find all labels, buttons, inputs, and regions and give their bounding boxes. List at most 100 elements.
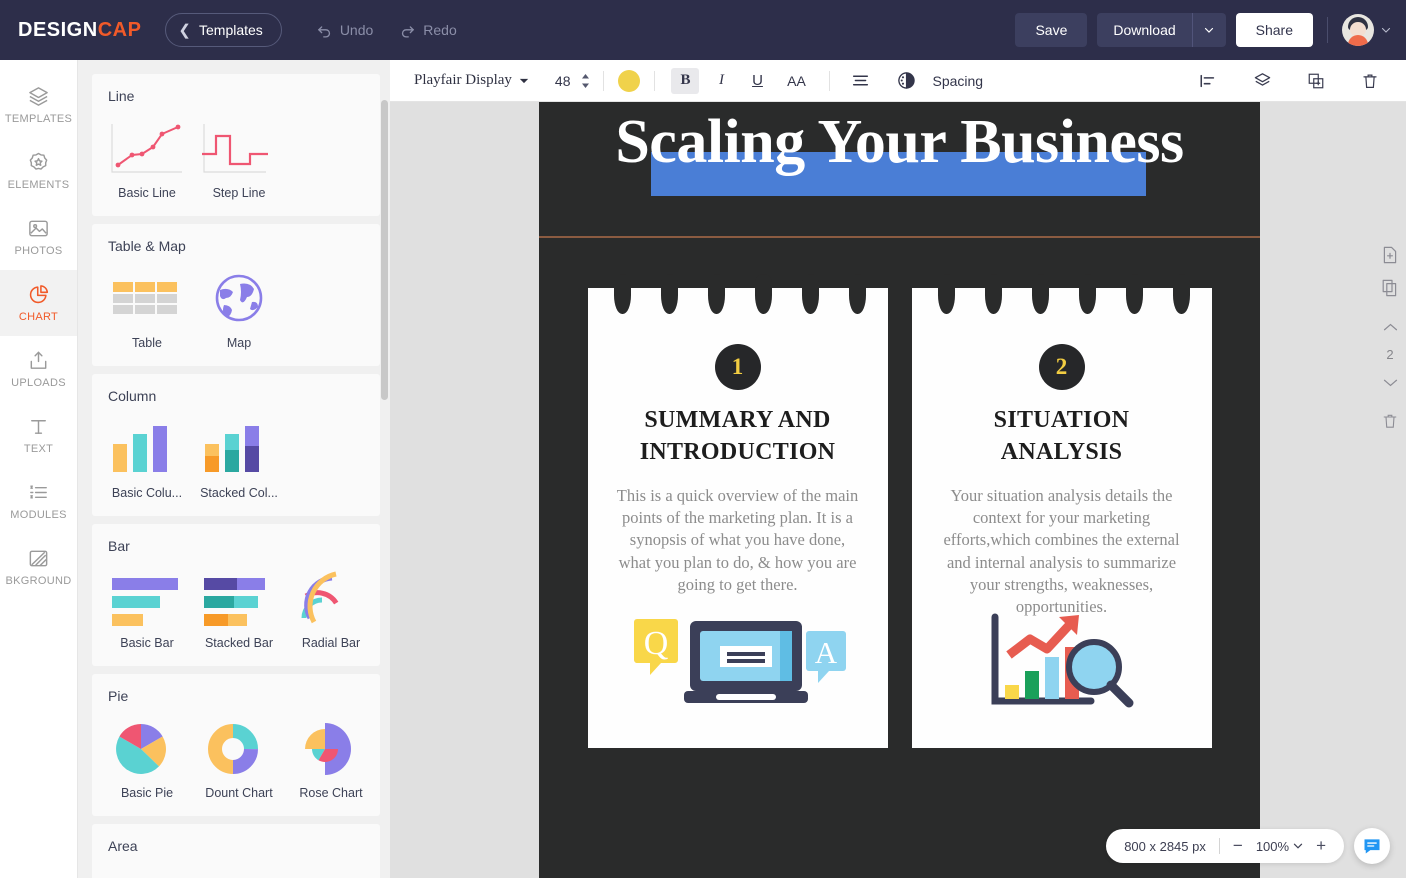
templates-button[interactable]: ❮ Templates bbox=[165, 13, 282, 47]
chart-group-line: Line Basic Line Step Line bbox=[92, 74, 380, 216]
font-family-value: Playfair Display bbox=[414, 72, 512, 88]
basic-pie-thumb bbox=[108, 716, 186, 778]
qa-laptop-illustration[interactable]: Q A bbox=[588, 608, 888, 718]
previous-page-button[interactable] bbox=[1376, 312, 1404, 342]
chart-thumb-label: Basic Bar bbox=[120, 636, 174, 650]
app-logo[interactable]: DESIGNCAP bbox=[18, 19, 141, 42]
design-page[interactable]: Scaling Your Business 1 SUMMARY AND INTR… bbox=[539, 102, 1260, 878]
image-icon bbox=[29, 220, 48, 237]
sidebar-item-templates[interactable]: TEMPLATES bbox=[0, 72, 77, 138]
card-number-badge: 1 bbox=[714, 344, 761, 390]
sidebar-item-text[interactable]: TEXT bbox=[0, 402, 77, 468]
add-page-button[interactable] bbox=[1376, 240, 1404, 270]
sidebar-item-label: BKGROUND bbox=[5, 575, 72, 587]
card-row-top: 1 SUMMARY AND INTRODUCTION This is a qui… bbox=[539, 274, 1260, 748]
chart-thumb-table[interactable]: Table bbox=[108, 266, 186, 350]
map-globe-thumb bbox=[200, 266, 278, 328]
canvas-workspace[interactable]: Scaling Your Business 1 SUMMARY AND INTR… bbox=[390, 102, 1406, 878]
content-card[interactable]: 2 SITUATION ANALYSIS Your situation anal… bbox=[911, 274, 1212, 748]
text-case-button[interactable]: AA bbox=[779, 68, 813, 94]
chart-thumb-donut[interactable]: Dount Chart bbox=[200, 716, 278, 800]
sidebar-item-elements[interactable]: ELEMENTS bbox=[0, 138, 77, 204]
redo-icon bbox=[402, 25, 415, 38]
chevron-up-icon bbox=[1383, 323, 1397, 330]
card-body-text[interactable]: Your situation analysis details the cont… bbox=[938, 485, 1186, 619]
sidebar-item-bkground[interactable]: BKGROUND bbox=[0, 534, 77, 600]
chart-thumb-basic-pie[interactable]: Basic Pie bbox=[108, 716, 186, 800]
basic-line-thumb bbox=[108, 116, 186, 178]
badge-star-icon bbox=[29, 152, 48, 170]
italic-button[interactable]: I bbox=[707, 68, 735, 94]
next-page-button[interactable] bbox=[1376, 367, 1404, 397]
sidebar-item-chart[interactable]: CHART bbox=[0, 270, 77, 336]
delete-page-button[interactable] bbox=[1376, 406, 1404, 436]
undo-button[interactable]: Undo bbox=[316, 22, 373, 39]
redo-button[interactable]: Redo bbox=[399, 22, 457, 39]
spacing-button[interactable]: Spacing bbox=[932, 73, 983, 89]
chart-thumb-label: Table bbox=[132, 336, 162, 350]
chart-thumb-basic-bar[interactable]: Basic Bar bbox=[108, 566, 186, 650]
duplicate-icon[interactable] bbox=[1302, 68, 1330, 94]
content-card[interactable]: 1 SUMMARY AND INTRODUCTION This is a qui… bbox=[587, 274, 888, 748]
chart-thumb-radial-bar[interactable]: Radial Bar bbox=[292, 566, 370, 650]
chat-bubble-icon bbox=[1364, 839, 1380, 854]
page-title[interactable]: Scaling Your Business bbox=[539, 108, 1260, 176]
left-tool-rail: TEMPLATES ELEMENTS PHOTOS CHART UPLOADS … bbox=[0, 60, 78, 878]
chart-thumb-label: Stacked Bar bbox=[204, 636, 274, 650]
trash-icon[interactable] bbox=[1356, 68, 1384, 94]
sidebar-item-uploads[interactable]: UPLOADS bbox=[0, 336, 77, 402]
stacked-bar-thumb bbox=[200, 566, 278, 628]
chart-thumb-rose[interactable]: Rose Chart bbox=[292, 716, 370, 800]
zoom-level-select[interactable]: 100% bbox=[1256, 839, 1303, 854]
opacity-icon[interactable] bbox=[892, 68, 920, 94]
chevron-left-icon: ❮ bbox=[178, 22, 191, 39]
logo-text-design: DESIGN bbox=[18, 18, 98, 41]
chart-thumb-stacked-bar[interactable]: Stacked Bar bbox=[200, 566, 278, 650]
sidebar-item-label: CHART bbox=[18, 311, 59, 323]
save-button[interactable]: Save bbox=[1015, 13, 1088, 47]
chevron-down-icon bbox=[519, 78, 529, 83]
duplicate-page-button[interactable] bbox=[1376, 273, 1404, 303]
feedback-button[interactable] bbox=[1354, 828, 1390, 864]
underline-button[interactable]: U bbox=[743, 68, 771, 94]
stacked-column-thumb bbox=[200, 416, 278, 478]
panel-scrollbar[interactable] bbox=[381, 60, 388, 878]
align-left-icon[interactable] bbox=[846, 68, 874, 94]
share-button[interactable]: Share bbox=[1235, 13, 1313, 47]
app-header: DESIGNCAP ❮ Templates Undo Redo Save Dow… bbox=[0, 0, 1406, 60]
text-color-swatch[interactable] bbox=[618, 69, 641, 92]
binder-rings bbox=[912, 274, 1212, 332]
chart-thumb-label: Rose Chart bbox=[299, 786, 363, 800]
layers-icon[interactable] bbox=[1248, 68, 1276, 94]
account-menu[interactable] bbox=[1342, 14, 1392, 46]
chart-thumb-map[interactable]: Map bbox=[200, 266, 278, 350]
chart-thumb-basic-line[interactable]: Basic Line bbox=[108, 116, 186, 200]
zoom-out-button[interactable]: − bbox=[1233, 836, 1243, 856]
chart-group-pie: Pie Basic Pie Dount Chart Rose Chart bbox=[92, 674, 380, 816]
download-button[interactable]: Download bbox=[1097, 13, 1192, 47]
card-heading[interactable]: SUMMARY AND INTRODUCTION bbox=[614, 404, 862, 469]
svg-text:A: A bbox=[814, 635, 837, 670]
font-size-stepper[interactable]: 48 bbox=[555, 72, 592, 90]
position-icon[interactable] bbox=[1194, 68, 1222, 94]
chart-thumb-step-line[interactable]: Step Line bbox=[200, 116, 278, 200]
card-body-text[interactable]: This is a quick overview of the main poi… bbox=[614, 485, 862, 596]
card-heading[interactable]: SITUATION ANALYSIS bbox=[938, 404, 1186, 469]
svg-text:Q: Q bbox=[643, 625, 668, 662]
chart-thumb-stacked-column[interactable]: Stacked Col... bbox=[200, 416, 278, 500]
chart-group-title: Column bbox=[108, 388, 157, 404]
chevron-down-icon bbox=[1381, 27, 1391, 33]
chart-panel: Line Basic Line Step Line Table & Map Ta… bbox=[78, 60, 390, 878]
download-options-button[interactable] bbox=[1191, 13, 1226, 47]
duplicate-page-icon bbox=[1382, 279, 1397, 297]
sidebar-item-photos[interactable]: PHOTOS bbox=[0, 204, 77, 270]
chart-thumb-basic-column[interactable]: Basic Colu... bbox=[108, 416, 186, 500]
download-group: Download bbox=[1097, 13, 1226, 47]
zoom-in-button[interactable]: + bbox=[1316, 836, 1326, 856]
bold-button[interactable]: B bbox=[671, 67, 700, 94]
growth-chart-magnifier-illustration[interactable] bbox=[912, 608, 1212, 718]
templates-button-label: Templates bbox=[199, 22, 263, 38]
sidebar-item-modules[interactable]: MODULES bbox=[0, 468, 77, 534]
chevron-down-icon bbox=[1205, 27, 1214, 33]
font-family-select[interactable]: Playfair Display bbox=[414, 72, 529, 89]
